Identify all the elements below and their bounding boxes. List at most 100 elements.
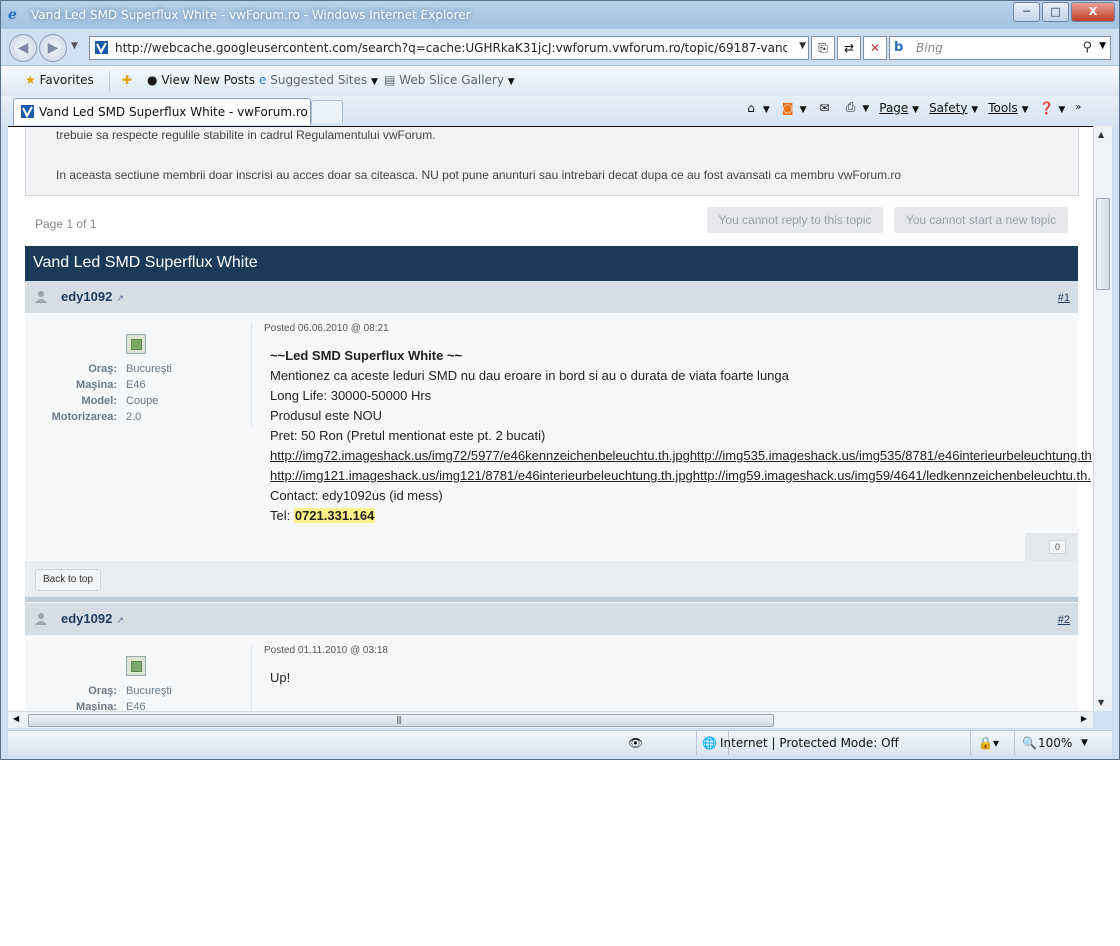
search-placeholder[interactable]: Bing xyxy=(916,41,943,55)
star-icon: ★ xyxy=(25,73,36,87)
cannot-start-topic-button[interactable]: You cannot start a new topic xyxy=(894,207,1068,233)
post-author-link[interactable]: edy1092 ↗ xyxy=(61,611,124,626)
forward-button[interactable]: ▶ xyxy=(39,34,67,62)
refresh-icon[interactable]: ⇄ xyxy=(837,36,861,60)
privacy-report-icon[interactable]: 👁 xyxy=(628,736,643,750)
tel-number: 0721.331.164 xyxy=(293,508,376,523)
scroll-down-icon[interactable]: ▼ xyxy=(1098,698,1104,707)
search-box[interactable]: b Bing ⚲ ▼ xyxy=(889,36,1111,60)
address-dropdown-icon[interactable]: ▼ xyxy=(799,41,806,51)
address-url[interactable]: http://webcache.googleusercontent.com/se… xyxy=(115,41,787,55)
post-line: Up! xyxy=(270,670,291,685)
notice-line-2: In aceasta sectiune membrii doar inscris… xyxy=(56,168,902,182)
field-value: E46 xyxy=(126,379,146,391)
post-footer: Back to top xyxy=(25,561,1078,602)
mail-icon: ✉ xyxy=(819,100,830,115)
compatibility-view-icon[interactable]: ⎘ xyxy=(811,36,835,60)
protected-mode-icon[interactable]: 🔒▾ xyxy=(978,736,999,750)
zoom-dropdown-icon[interactable]: ▼ xyxy=(1081,738,1088,748)
image-link[interactable]: http://img72.imageshack.us/img72/5977/e4… xyxy=(270,448,1092,463)
tab-label[interactable]: Vand Led SMD Superflux White - vwForum.r… xyxy=(39,105,308,119)
search-options-icon[interactable]: ▼ xyxy=(1099,41,1106,51)
maximize-button[interactable]: □ xyxy=(1042,2,1069,22)
address-row: ◀ ▶ ▼ http://webcache.googleusercontent.… xyxy=(1,31,1119,63)
field-value: 2.0 xyxy=(126,411,142,423)
address-bar[interactable]: http://webcache.googleusercontent.com/se… xyxy=(89,36,809,60)
security-zone-text[interactable]: Internet | Protected Mode: Off xyxy=(720,736,899,750)
close-button[interactable]: X xyxy=(1071,2,1115,22)
field-value: Bucureşti xyxy=(126,685,172,697)
zoom-level[interactable]: 100% xyxy=(1038,736,1072,750)
site-favicon-icon xyxy=(95,41,108,54)
zoom-icon[interactable]: 🔍 xyxy=(1022,736,1037,750)
forward-arrow-icon: ▶ xyxy=(47,40,59,56)
window-title: Vand Led SMD Superflux White - vwForum.r… xyxy=(31,8,471,22)
scroll-right-icon[interactable]: ▶ xyxy=(1081,714,1087,723)
post-line: ~~Led SMD Superflux White ~~ xyxy=(270,348,463,363)
reputation-box: 0 xyxy=(1025,533,1078,561)
back-button[interactable]: ◀ xyxy=(9,34,37,62)
post-number-link[interactable]: #1 xyxy=(1058,292,1070,304)
back-to-top-button[interactable]: Back to top xyxy=(35,569,102,591)
external-link-icon[interactable]: ↗ xyxy=(116,293,124,303)
favorites-button[interactable]: ★ Favorites xyxy=(25,73,94,87)
read-mail-button[interactable]: ✉ xyxy=(817,101,833,115)
title-bar: e Vand Led SMD Superflux White - vwForum… xyxy=(1,1,1119,29)
field-label: Maşina: xyxy=(76,379,117,391)
horizontal-scrollbar[interactable]: ◀ ||| ▶ xyxy=(8,711,1093,728)
tab-active[interactable]: Vand Led SMD Superflux White - vwForum.r… xyxy=(13,98,311,125)
user-icon xyxy=(35,291,47,303)
help-button[interactable]: ❓ ▼ xyxy=(1039,100,1065,115)
overflow-chevron-icon[interactable]: » xyxy=(1075,102,1081,113)
zone-globe-icon: 🌐 xyxy=(702,736,717,750)
reputation-count[interactable]: 0 xyxy=(1048,540,1066,554)
tab-favicon-icon xyxy=(21,105,34,118)
field-label: Oraş: xyxy=(88,363,117,375)
vertical-scrollbar[interactable]: ▲ ▼ xyxy=(1093,126,1112,711)
post-number-link[interactable]: #2 xyxy=(1058,614,1070,626)
post-line: Mentionez ca aceste leduri SMD nu dau er… xyxy=(270,368,789,383)
cannot-reply-button[interactable]: You cannot reply to this topic xyxy=(707,207,883,233)
view-new-posts-link[interactable]: ● View New Posts xyxy=(147,73,255,87)
tools-menu[interactable]: Tools ▼ xyxy=(988,101,1028,115)
notice-line-1: trebuie sa respecte regulile stabilite i… xyxy=(56,128,436,142)
post-content: Up! xyxy=(270,668,290,688)
field-label: Oraş: xyxy=(88,685,117,697)
help-icon: ❓ xyxy=(1039,100,1054,115)
avatar[interactable] xyxy=(126,334,146,354)
avatar[interactable] xyxy=(126,656,146,676)
vertical-scroll-thumb[interactable] xyxy=(1096,198,1110,290)
search-icon[interactable]: ⚲ xyxy=(1082,40,1092,55)
feeds-button[interactable]: ◙ ▼ xyxy=(780,101,807,115)
post-content: ~~Led SMD Superflux White ~~ Mentionez c… xyxy=(270,346,1092,526)
stop-icon[interactable]: ✕ xyxy=(863,36,887,60)
printer-icon: ⎙ xyxy=(845,100,856,114)
add-to-favorites-bar-icon[interactable]: ✚ xyxy=(122,73,132,87)
post-line: Pret: 50 Ron (Pretul mentionat este pt. … xyxy=(270,428,546,443)
post-author-link[interactable]: edy1092 ↗ xyxy=(61,289,124,304)
history-dropdown-icon[interactable]: ▼ xyxy=(71,41,78,51)
page-menu[interactable]: Page ▼ xyxy=(879,101,919,115)
suggested-sites-link[interactable]: e Suggested Sites ▼ xyxy=(259,73,378,87)
post-date: Posted 06.06.2010 @ 08:21 xyxy=(264,323,389,334)
page-viewport: trebuie sa respecte regulile stabilite i… xyxy=(8,126,1093,712)
tel-label: Tel: xyxy=(270,508,294,523)
post-header: edy1092 ↗ #2 xyxy=(25,603,1078,635)
suggested-sites-icon: e xyxy=(259,73,267,87)
web-slice-icon: ▤ xyxy=(384,73,396,87)
image-link[interactable]: http://img121.imageshack.us/img121/8781/… xyxy=(270,468,1091,483)
safety-menu[interactable]: Safety ▼ xyxy=(929,101,978,115)
home-icon: ⌂ xyxy=(747,100,755,115)
page-indicator: Page 1 of 1 xyxy=(35,217,97,231)
print-button[interactable]: ⎙ ▼ xyxy=(843,100,870,115)
new-tab-button[interactable] xyxy=(311,100,343,123)
scroll-left-icon[interactable]: ◀ xyxy=(13,714,19,723)
bing-logo-icon: b xyxy=(894,40,904,55)
scroll-up-icon[interactable]: ▲ xyxy=(1098,130,1104,139)
web-slice-gallery-link[interactable]: ▤ Web Slice Gallery ▼ xyxy=(384,73,515,87)
external-link-icon[interactable]: ↗ xyxy=(116,615,124,625)
home-button[interactable]: ⌂ ▼ xyxy=(743,101,770,115)
field-label: Motorizarea: xyxy=(51,411,117,423)
topic-title-bar: Vand Led SMD Superflux White xyxy=(25,246,1078,281)
minimize-button[interactable]: ─ xyxy=(1013,2,1040,22)
